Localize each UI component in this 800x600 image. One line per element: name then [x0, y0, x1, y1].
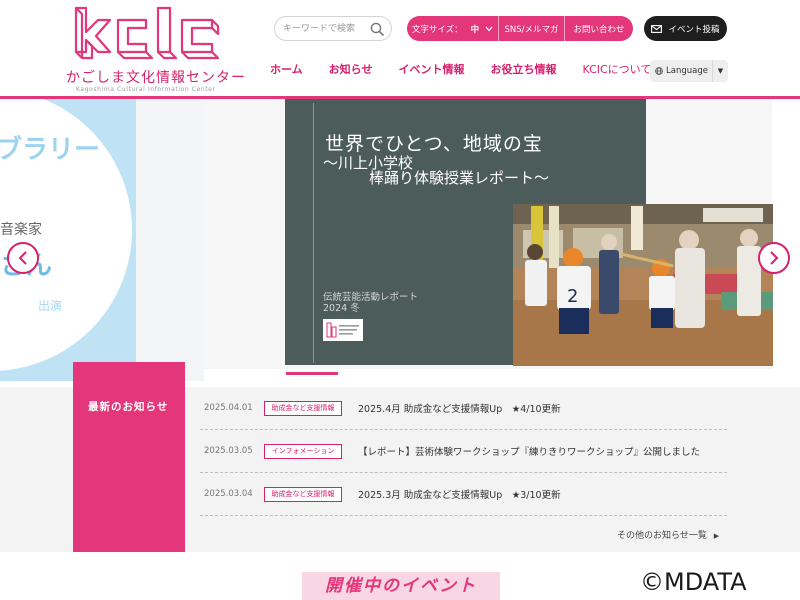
site-logo[interactable]: かごしま文化情報センター Kagoshima Cultural Informat… — [66, 6, 246, 93]
hero-slider: ブラリー 音楽家 さん 出演 世界でひとつ、地域の宝 〜川上小学校 棒踊り体験授… — [0, 99, 800, 387]
chevron-down-icon — [485, 26, 493, 31]
slider-prev-button[interactable] — [7, 242, 39, 274]
nav-events[interactable]: イベント情報 — [398, 61, 464, 79]
news-date: 2025.03.04 — [204, 489, 253, 499]
search-icon[interactable] — [369, 21, 385, 37]
mail-icon — [651, 24, 663, 33]
slide-divider — [313, 103, 314, 363]
logo-subtitle: Kagoshima Cultural Information Center — [76, 86, 216, 93]
font-size-selector[interactable]: 文字サイズ： 中 — [407, 16, 499, 41]
search-box — [274, 16, 392, 41]
chevron-left-icon — [18, 251, 27, 265]
nav-news[interactable]: お知らせ — [329, 61, 373, 79]
utility-bar: 文字サイズ： 中 SNS/メルマガ お問い合わせ — [407, 16, 633, 41]
slide-photo: 2 — [513, 204, 773, 366]
slider-pager-active[interactable] — [286, 372, 338, 375]
main-nav: ホーム お知らせ イベント情報 お役立ち情報 KCICについて — [270, 61, 651, 79]
news-date: 2025.03.05 — [204, 446, 253, 456]
slide-previous[interactable]: ブラリー 音楽家 さん 出演 — [0, 99, 204, 381]
news-title[interactable]: 2025.3月 助成金など支援情報Up ★3/10更新 — [358, 487, 561, 501]
slide-text: 音楽家 — [0, 222, 42, 238]
nav-home[interactable]: ホーム — [270, 61, 303, 79]
events-heading: 開催中のイベント — [302, 572, 500, 600]
slide-year-label: 2024 冬 — [323, 303, 360, 314]
logo-name: かごしま文化情報センター — [66, 70, 246, 86]
chevron-right-icon — [770, 251, 779, 265]
contact-link[interactable]: お問い合わせ — [565, 16, 633, 41]
slide-text: 出演 — [38, 299, 63, 313]
news-item[interactable]: 2025.03.04 助成金など支援情報 2025.3月 助成金など支援情報Up… — [200, 473, 727, 516]
slide-text: ブラリー — [0, 135, 101, 165]
triangle-right-icon: ▶ — [713, 532, 720, 540]
font-size-label: 文字サイズ： — [411, 24, 463, 35]
news-item[interactable]: 2025.03.05 インフォメーション 【レポート】芸術体験ワークショップ『練… — [200, 430, 727, 473]
news-date: 2025.04.01 — [204, 403, 253, 413]
news-heading-box: 最新のお知らせ — [73, 362, 185, 552]
slide-subtitle: 棒踊り体験授業レポート〜 — [369, 169, 550, 187]
language-selector[interactable]: Language ▼ — [650, 60, 728, 82]
language-label: Language — [666, 66, 708, 76]
news-category-tag[interactable]: インフォメーション — [264, 443, 342, 459]
search-input[interactable] — [283, 20, 367, 37]
event-post-button[interactable]: イベント投稿 — [644, 16, 727, 41]
nav-about[interactable]: KCICについて — [582, 61, 651, 79]
site-header: かごしま文化情報センター Kagoshima Cultural Informat… — [0, 0, 800, 96]
news-category-tag[interactable]: 助成金など支援情報 — [264, 400, 342, 416]
news-heading: 最新のお知らせ — [88, 401, 169, 413]
news-title[interactable]: 2025.4月 助成金など支援情報Up ★4/10更新 — [358, 401, 561, 415]
kcic-badge-logo — [323, 319, 363, 341]
nav-useful-info[interactable]: お役立ち情報 — [490, 61, 556, 79]
copyright-watermark: ©MDATA — [640, 568, 747, 596]
news-item[interactable]: 2025.04.01 助成金など支援情報 2025.4月 助成金など支援情報Up… — [200, 387, 727, 430]
font-size-value: 中 — [470, 24, 480, 35]
more-news-link[interactable]: その他のお知らせ一覧 ▶ — [617, 528, 719, 541]
kcic-logo-mark — [74, 6, 220, 60]
news-title[interactable]: 【レポート】芸術体験ワークショップ『練りきりワークショップ』公開しました — [358, 444, 700, 458]
slider-next-button[interactable] — [758, 242, 790, 274]
svg-text:2: 2 — [567, 286, 578, 307]
caret-down-icon: ▼ — [712, 60, 728, 82]
globe-icon — [655, 67, 663, 75]
event-post-label: イベント投稿 — [668, 24, 720, 35]
news-list: 2025.04.01 助成金など支援情報 2025.4月 助成金など支援情報Up… — [200, 387, 727, 516]
news-category-tag[interactable]: 助成金など支援情報 — [264, 486, 342, 502]
more-news-label: その他のお知らせ一覧 — [617, 531, 707, 541]
sns-newsletter-link[interactable]: SNS/メルマガ — [499, 16, 565, 41]
